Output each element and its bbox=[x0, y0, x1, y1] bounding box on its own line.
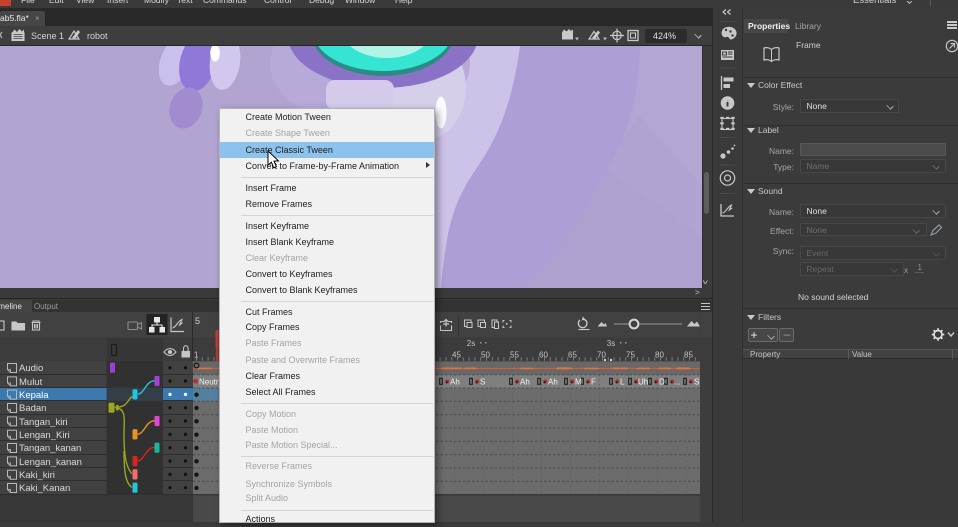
svg-text:85: 85 bbox=[684, 351, 693, 360]
svg-text:55: 55 bbox=[510, 351, 519, 360]
svg-text:45: 45 bbox=[452, 351, 461, 360]
svg-text:S: S bbox=[480, 378, 485, 387]
svg-text:...: ... bbox=[674, 378, 681, 387]
svg-text:65: 65 bbox=[568, 351, 577, 360]
svg-text:80: 80 bbox=[655, 351, 664, 360]
svg-text:S: S bbox=[694, 378, 699, 387]
svg-text:Ah: Ah bbox=[520, 378, 530, 387]
svg-text:D: D bbox=[659, 378, 665, 387]
svg-text:2s: 2s bbox=[467, 339, 475, 348]
svg-text:60: 60 bbox=[539, 351, 548, 360]
svg-text:M: M bbox=[575, 378, 582, 387]
svg-text:L: L bbox=[620, 378, 625, 387]
svg-text:3s: 3s bbox=[607, 339, 615, 348]
svg-text:Ah: Ah bbox=[548, 378, 558, 387]
svg-text:50: 50 bbox=[481, 351, 490, 360]
svg-text:75: 75 bbox=[626, 351, 635, 360]
svg-text:Uh: Uh bbox=[638, 378, 648, 387]
svg-text:70: 70 bbox=[597, 351, 606, 360]
svg-text:Ah: Ah bbox=[450, 378, 460, 387]
svg-text:F: F bbox=[591, 378, 596, 387]
